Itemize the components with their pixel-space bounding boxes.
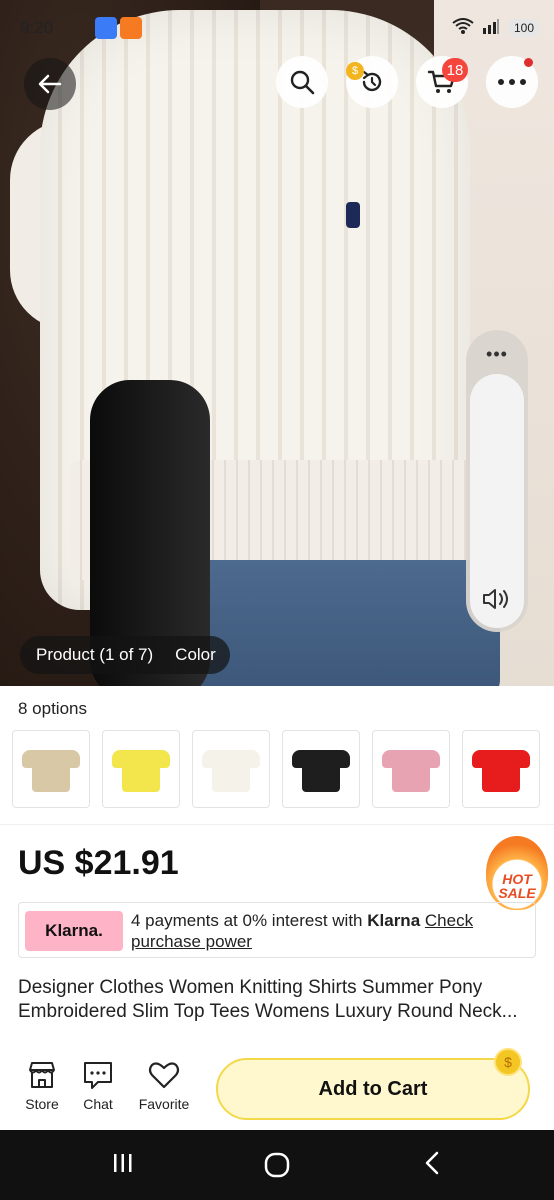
- color-swatch[interactable]: [102, 730, 180, 808]
- cart-count-badge: 18: [442, 58, 468, 82]
- more-dots-icon: [498, 79, 526, 85]
- speaker-icon[interactable]: [480, 586, 514, 619]
- tshirt-thumbnail: [472, 746, 530, 792]
- tab-color[interactable]: Color: [175, 645, 222, 665]
- color-swatch[interactable]: [282, 730, 360, 808]
- klarna-prefix: 4 payments at 0% interest with: [131, 911, 368, 930]
- recent-apps-icon[interactable]: [110, 1150, 136, 1183]
- chat-button[interactable]: Chat: [68, 1058, 128, 1112]
- color-swatch[interactable]: [462, 730, 540, 808]
- store-label: Store: [25, 1096, 59, 1112]
- color-swatch[interactable]: [12, 730, 90, 808]
- add-to-cart-button[interactable]: Add to Cart: [216, 1058, 530, 1120]
- status-right: 100: [452, 18, 540, 37]
- favorite-button[interactable]: Favorite: [134, 1058, 194, 1112]
- notification-dot: [524, 58, 533, 67]
- volume-panel[interactable]: •••: [466, 330, 528, 632]
- image-tab-chip: Product (1 of 7) Color: [20, 636, 230, 674]
- sale-label: SALE: [498, 885, 536, 901]
- tshirt-thumbnail: [112, 746, 170, 792]
- tshirt-thumbnail: [202, 746, 260, 792]
- back-button[interactable]: [24, 58, 76, 110]
- search-button[interactable]: [276, 56, 328, 108]
- tshirt-thumbnail: [292, 746, 350, 792]
- bottom-action-bar: Store Chat Favorite Add to Cart: [0, 1048, 554, 1130]
- color-swatch[interactable]: [192, 730, 270, 808]
- klarna-text: 4 payments at 0% interest with Klarna Ch…: [131, 910, 531, 952]
- favorite-label: Favorite: [138, 1096, 190, 1112]
- chat-icon: [84, 1062, 112, 1089]
- klarna-logo: Klarna.: [25, 911, 123, 951]
- status-time: 9:20: [20, 18, 54, 37]
- temu-notification-icon: [120, 17, 142, 39]
- store-button[interactable]: Store: [12, 1058, 72, 1112]
- app-notification-icon: [95, 17, 117, 39]
- system-nav-bar: [0, 1130, 554, 1200]
- heart-icon: [148, 1062, 180, 1089]
- store-icon: [29, 1062, 55, 1088]
- hot-sale-text: HOT SALE: [486, 872, 548, 900]
- divider: [0, 824, 554, 825]
- klarna-banner[interactable]: Klarna. 4 payments at 0% interest with K…: [18, 902, 536, 958]
- back-arrow-icon: [38, 74, 62, 94]
- klarna-brand: Klarna: [367, 911, 421, 930]
- signal-icon: [482, 18, 500, 37]
- chat-label: Chat: [83, 1096, 113, 1112]
- tshirt-thumbnail: [22, 746, 80, 792]
- coin-reward-icon: $: [494, 1048, 522, 1076]
- tshirt-thumbnail: [382, 746, 440, 792]
- tab-product[interactable]: Product (1 of 7): [36, 645, 153, 665]
- price: US $21.91: [18, 844, 179, 882]
- pony-logo: [346, 202, 360, 228]
- status-bar: 9:20 100: [0, 0, 554, 56]
- color-swatch[interactable]: [372, 730, 450, 808]
- battery-indicator: 100: [507, 18, 540, 37]
- home-icon[interactable]: [262, 1150, 292, 1187]
- nav-back-icon[interactable]: [420, 1150, 446, 1183]
- product-title[interactable]: Designer Clothes Women Knitting Shirts S…: [18, 976, 538, 1024]
- options-count: 8 options: [18, 699, 87, 718]
- search-icon: [290, 70, 315, 95]
- color-swatches: [12, 730, 540, 808]
- wifi-icon: [452, 18, 474, 37]
- volume-more-icon[interactable]: •••: [466, 344, 528, 365]
- coin-icon: $: [346, 62, 364, 80]
- hot-sale-badge: HOT SALE: [486, 836, 548, 910]
